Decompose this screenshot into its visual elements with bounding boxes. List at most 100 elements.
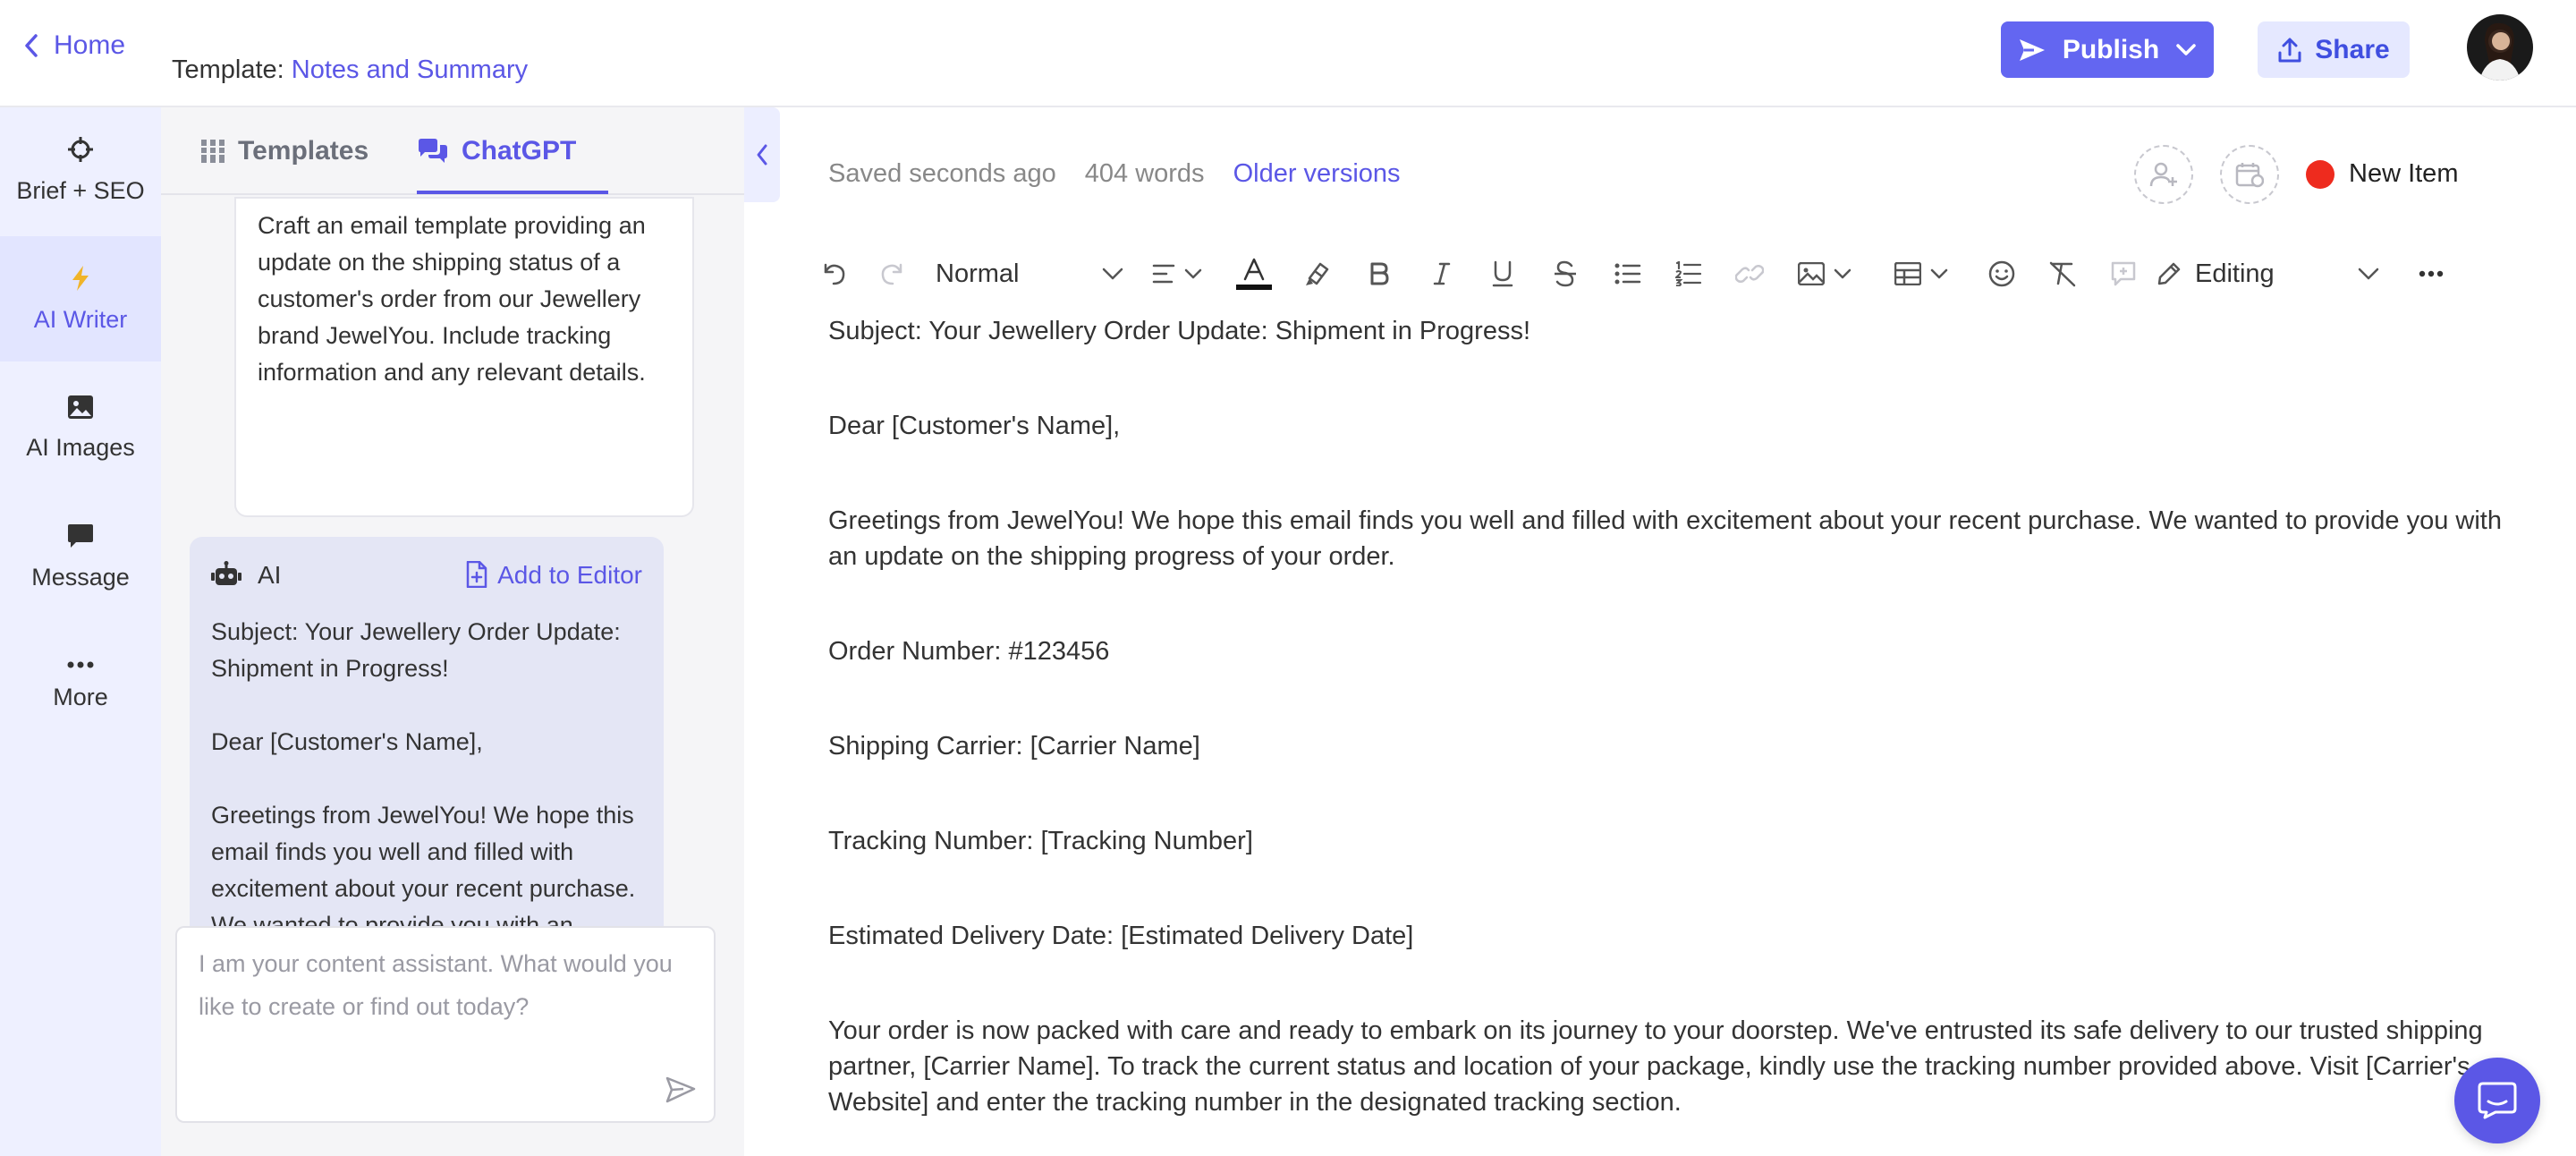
avatar[interactable] [2467,14,2533,81]
ai-label: AI [258,560,282,589]
ai-response-paragraph: Subject: Your Jewellery Order Update: Sh… [211,618,621,682]
insert-table-dropdown[interactable] [1885,247,1957,301]
italic-icon [1431,261,1453,286]
document-paragraph: Subject: Your Jewellery Order Update: Sh… [828,317,1531,345]
upload-icon [2277,37,2302,64]
ai-response-header: AI Add to Editor [211,555,642,594]
chevron-down-icon [1102,268,1123,280]
rail-item-ai-images[interactable]: AI Images [0,365,161,490]
document-paragraph: Greetings from JewelYou! We hope this em… [828,506,2502,571]
chat-icon [417,138,449,165]
editor-area: Saved seconds ago 404 words Older versio… [780,107,2576,1156]
redo-button[interactable] [873,247,912,301]
bullet-list-button[interactable] [1608,247,1648,301]
older-versions-link[interactable]: Older versions [1233,159,1401,189]
template-name[interactable]: Notes and Summary [292,55,528,84]
rail-label: More [53,683,108,710]
panel-tabs: Templates ChatGPT [161,107,744,195]
more-icon [67,660,94,669]
align-dropdown[interactable] [1145,247,1209,301]
paragraph-style-value: Normal [936,259,1020,288]
clear-formatting-button[interactable] [2043,247,2082,301]
paragraph-style-select[interactable]: Normal [936,247,1123,301]
strikethrough-icon [1553,260,1578,287]
document-paragraph: Your order is now packed with care and r… [828,1016,2483,1117]
more-options-button[interactable] [2411,247,2451,301]
chevron-down-icon [1184,268,1202,279]
rail-label: AI Images [26,433,135,461]
document-paragraph: Shipping Carrier: [Carrier Name] [828,732,1200,761]
message-icon [67,523,94,549]
word-count: 404 words [1084,159,1205,188]
chevron-left-icon [23,33,39,58]
active-tab-indicator [417,191,608,194]
image-icon [67,395,94,420]
send-message-icon[interactable] [665,1076,696,1103]
tab-chatgpt[interactable]: ChatGPT [417,107,576,195]
publish-label: Publish [2062,34,2160,64]
emoji-icon [1988,260,2015,287]
new-item-status[interactable]: New Item [2306,159,2458,189]
template-prefix: Template: [172,55,284,84]
assign-user-button[interactable] [2134,145,2193,204]
ai-label-group: AI [211,557,281,593]
rail-label: Message [31,563,130,591]
text-color-button[interactable] [1234,247,1274,301]
more-icon [2419,270,2444,277]
tab-label: Templates [238,136,369,166]
bold-icon [1368,261,1390,286]
editing-mode-select[interactable]: Editing [2156,247,2379,301]
add-to-editor-button[interactable]: Add to Editor [465,557,642,593]
editor-status-row: Saved seconds ago 404 words Older versio… [828,159,1401,189]
collapse-panel-button[interactable] [744,107,780,202]
chat-bubble-icon [2478,1082,2517,1119]
bold-button[interactable] [1360,247,1399,301]
chat-input[interactable] [177,928,714,1121]
italic-button[interactable] [1422,247,1462,301]
rail-item-brief-seo[interactable]: Brief + SEO [0,107,161,233]
calendar-icon [2235,161,2264,188]
clear-format-icon [2048,260,2077,287]
link-button[interactable] [1730,247,1769,301]
undo-icon [820,261,847,286]
highlight-button[interactable] [1297,247,1336,301]
underline-button[interactable] [1483,247,1522,301]
schedule-button[interactable] [2220,145,2279,204]
left-rail: Brief + SEO AI Writer AI Images Message … [0,107,161,1156]
rail-item-message[interactable]: Message [0,494,161,619]
bullet-list-icon [1614,262,1641,285]
add-user-icon [2149,161,2178,188]
undo-button[interactable] [814,247,853,301]
status-dot [2306,159,2334,189]
home-link[interactable]: Home [23,30,125,61]
rail-label: AI Writer [33,305,128,333]
chevron-down-icon [1930,268,1948,279]
saved-status: Saved seconds ago [828,159,1056,188]
editing-mode-value: Editing [2195,259,2275,288]
comment-icon [2110,260,2137,287]
image-icon [1798,262,1825,285]
numbered-list-button[interactable] [1669,247,1708,301]
publish-button[interactable]: Publish [2001,21,2214,78]
document-paragraph: Tracking Number: [Tracking Number] [828,827,1253,855]
rail-item-more[interactable]: More [0,623,161,748]
emoji-button[interactable] [1982,247,2021,301]
user-prompt-bubble: Craft an email template providing an upd… [234,197,694,517]
redo-icon [879,261,906,286]
tab-label: ChatGPT [462,136,577,166]
template-info: Template: Notes and Summary [172,55,528,85]
comment-button[interactable] [2104,247,2143,301]
rail-item-ai-writer[interactable]: AI Writer [0,236,161,361]
document-body[interactable]: Subject: Your Jewellery Order Update: Sh… [828,313,2510,1156]
help-chat-button[interactable] [2454,1058,2540,1143]
assistant-panel: Templates ChatGPT Craft an email templat… [161,107,744,1156]
tab-templates[interactable]: Templates [200,107,369,195]
crosshair-icon [67,136,94,163]
columns-icon [200,138,225,165]
share-button[interactable]: Share [2258,21,2410,78]
link-icon [1735,265,1764,283]
ai-response-paragraph: Dear [Customer's Name], [211,728,483,755]
insert-image-dropdown[interactable] [1789,247,1860,301]
table-icon [1894,262,1921,285]
strikethrough-button[interactable] [1546,247,1585,301]
